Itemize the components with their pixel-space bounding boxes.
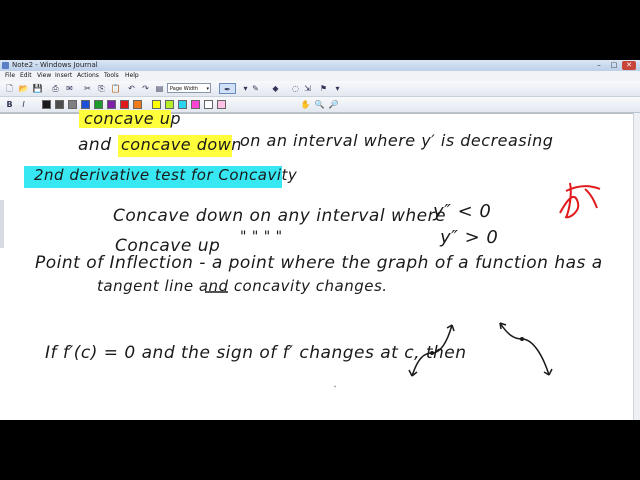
zoom-select[interactable]: Page Width ▾ — [167, 83, 211, 93]
highlighter-icon[interactable]: ✎ — [250, 83, 261, 94]
color-swatch[interactable] — [204, 100, 213, 109]
journal-window: Note2 - Windows Journal – □ ✕ File Edit … — [0, 60, 640, 420]
italic-icon[interactable]: I — [18, 99, 29, 110]
color-swatch[interactable] — [68, 100, 77, 109]
print-icon[interactable]: ⎙ — [50, 83, 61, 94]
send-icon[interactable]: ✉ — [64, 83, 75, 94]
red-scribble — [559, 182, 601, 219]
color-swatch[interactable] — [120, 100, 129, 109]
cut-icon[interactable]: ✂ — [82, 83, 93, 94]
zoom-icon[interactable]: 🔍 — [314, 99, 325, 110]
color-swatch[interactable] — [191, 100, 200, 109]
standard-toolbar: 🗋 📂 💾 ⎙ ✉ ✂ ⎘ 📋 ↶ ↷ ▤ Page Width ▾ ✒ ▾ ✎ … — [0, 81, 640, 97]
copy-icon[interactable]: ⎘ — [96, 83, 107, 94]
color-swatch[interactable] — [55, 100, 64, 109]
note-page[interactable]: concave up and concave down on an interv… — [0, 109, 633, 420]
inflection-point-left — [430, 351, 434, 355]
redo-icon[interactable]: ↷ — [140, 83, 151, 94]
undo-icon[interactable]: ↶ — [126, 83, 137, 94]
flag-icon[interactable]: ⚑ — [318, 83, 329, 94]
menu-file[interactable]: File — [5, 71, 15, 81]
menu-help[interactable]: Help — [125, 71, 139, 81]
app-icon — [2, 62, 9, 69]
page-view-icon[interactable]: ▤ — [154, 83, 165, 94]
inflection-curve-right — [499, 322, 550, 376]
minimize-button[interactable]: – — [592, 61, 606, 70]
chevron-down-icon: ▾ — [206, 86, 209, 92]
flag-dropdown-icon[interactable]: ▾ — [332, 83, 343, 94]
pen-tool-button[interactable]: ✒ — [219, 83, 236, 94]
menu-edit[interactable]: Edit — [20, 71, 32, 81]
ink-drawings — [205, 182, 601, 388]
stray-dot — [333, 385, 337, 388]
color-swatch[interactable] — [165, 100, 174, 109]
color-swatch[interactable] — [178, 100, 187, 109]
menu-insert[interactable]: Insert — [55, 71, 72, 81]
pan-hand-icon[interactable]: ✋ — [300, 99, 311, 110]
color-swatch[interactable] — [133, 100, 142, 109]
color-swatch[interactable] — [81, 100, 90, 109]
menu-actions[interactable]: Actions — [77, 71, 99, 81]
save-icon[interactable]: 💾 — [32, 83, 43, 94]
close-button[interactable]: ✕ — [622, 61, 636, 70]
color-swatch[interactable] — [217, 100, 226, 109]
lasso-select-icon[interactable]: ◌ — [290, 83, 301, 94]
insert-space-icon[interactable]: ⇲ — [302, 83, 313, 94]
color-swatch[interactable] — [94, 100, 103, 109]
new-note-icon[interactable]: 🗋 — [4, 83, 15, 94]
bold-icon[interactable]: B — [4, 99, 15, 110]
vertical-scrollbar[interactable] — [633, 113, 640, 420]
maximize-button[interactable]: □ — [607, 61, 621, 70]
zoom-out-icon[interactable]: 🔎 — [328, 99, 339, 110]
inflection-curve-left — [411, 324, 453, 377]
zoom-select-value: Page Width — [170, 86, 199, 92]
menu-tools[interactable]: Tools — [104, 71, 119, 81]
menu-view[interactable]: View — [37, 71, 51, 81]
window-title: Note2 - Windows Journal — [12, 61, 98, 69]
left-edge-tab — [0, 200, 4, 248]
color-swatch[interactable] — [107, 100, 116, 109]
pen-icon: ✒ — [224, 85, 231, 94]
menu-bar: File Edit View Insert Actions Tools Help — [0, 71, 640, 81]
inflection-point-right — [520, 337, 524, 341]
color-swatch[interactable] — [152, 100, 161, 109]
open-icon[interactable]: 📂 — [18, 83, 29, 94]
paste-icon[interactable]: 📋 — [110, 83, 121, 94]
eraser-icon[interactable]: ◆ — [270, 83, 281, 94]
color-swatch[interactable] — [42, 100, 51, 109]
